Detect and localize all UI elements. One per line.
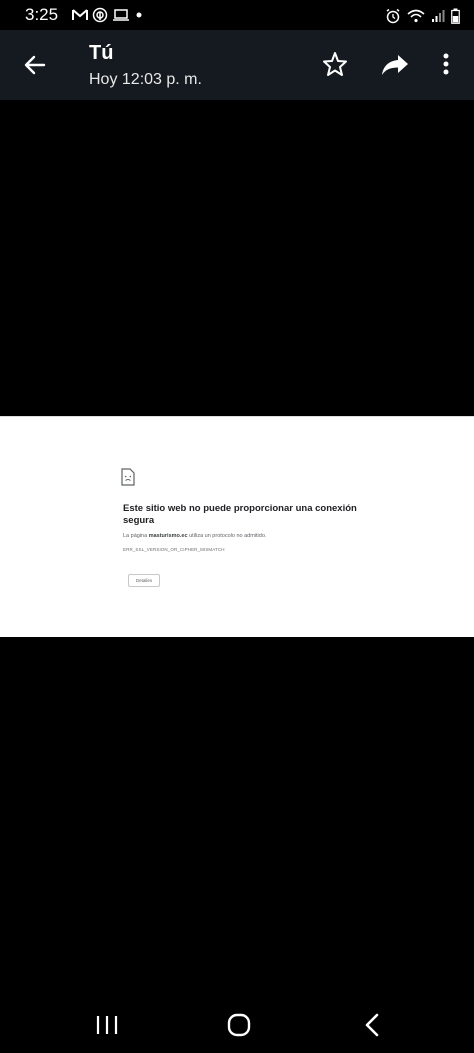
back-button[interactable] — [20, 50, 50, 80]
share-icon — [382, 55, 408, 75]
forward-button[interactable] — [378, 49, 412, 79]
more-vert-icon — [443, 53, 449, 75]
recents-button[interactable] — [95, 1015, 119, 1035]
alarm-icon — [385, 8, 401, 24]
image-viewer[interactable]: Este sitio web no puede proporcionar una… — [0, 100, 474, 1000]
home-button[interactable] — [227, 1013, 251, 1037]
app-header: Tú Hoy 12:03 p. m. — [0, 30, 474, 100]
sad-document-icon — [121, 468, 135, 486]
details-button: Detalles — [128, 574, 160, 587]
message-timestamp: Hoy 12:03 p. m. — [89, 71, 202, 88]
status-right-icons — [385, 6, 460, 26]
star-button[interactable] — [320, 49, 350, 79]
back-arrow-icon — [24, 55, 46, 75]
dot-icon — [134, 10, 144, 20]
laptop-icon — [112, 8, 130, 22]
error-title: Este sitio web no puede proporcionar una… — [123, 503, 357, 526]
wifi-icon — [407, 9, 425, 23]
status-bar: 3:25 — [0, 0, 474, 30]
error-description-suffix: utiliza un protocolo no admitido. — [189, 533, 267, 539]
home-icon — [227, 1013, 251, 1037]
star-icon — [323, 52, 347, 76]
error-code: ERR_SSL_VERSION_OR_CIPHER_MISMATCH — [123, 547, 225, 552]
status-left-icons — [72, 5, 144, 25]
status-time: 3:25 — [25, 5, 59, 24]
navigation-bar — [0, 1000, 474, 1053]
error-description-prefix: La página — [123, 533, 148, 539]
gmail-icon — [72, 8, 88, 22]
error-description: La página masturismo.ec utiliza un proto… — [123, 533, 266, 539]
recents-icon — [96, 1016, 118, 1034]
error-domain: masturismo.ec — [148, 533, 188, 539]
back-icon — [365, 1013, 379, 1037]
vpn-icon — [92, 7, 108, 23]
sender-name: Tú — [89, 42, 114, 64]
nav-back-button[interactable] — [362, 1013, 382, 1037]
attached-screenshot: Este sitio web no puede proporcionar una… — [0, 416, 474, 637]
signal-icon — [431, 9, 445, 23]
more-options-button[interactable] — [434, 49, 458, 79]
battery-icon — [451, 8, 460, 24]
